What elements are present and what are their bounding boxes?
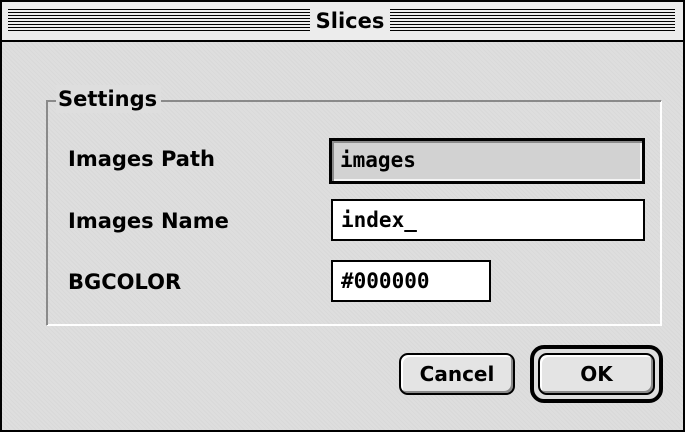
title-bar[interactable]: Slices <box>2 2 683 42</box>
dialog-content: Settings Images Path images Images Name … <box>2 42 683 430</box>
images-name-field[interactable]: index_ <box>331 199 645 241</box>
title-bar-stripes-right <box>390 9 675 33</box>
window-title: Slices <box>310 7 390 35</box>
images-path-label: Images Path <box>68 147 215 171</box>
images-name-label: Images Name <box>68 209 229 233</box>
bgcolor-field[interactable]: #000000 <box>331 260 491 302</box>
ok-button[interactable]: OK <box>538 353 655 395</box>
cancel-button[interactable]: Cancel <box>399 353 515 395</box>
bgcolor-label: BGCOLOR <box>68 270 182 294</box>
title-bar-stripes-left <box>8 9 310 33</box>
slices-dialog: Slices Settings Images Path images Image… <box>0 0 685 432</box>
settings-group-label: Settings <box>56 85 162 113</box>
images-path-field[interactable]: images <box>329 138 645 184</box>
